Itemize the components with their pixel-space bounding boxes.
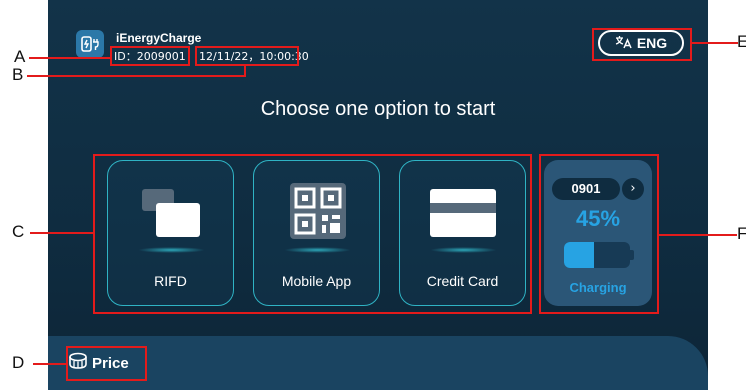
callout-box-b [195, 46, 299, 66]
ev-plug-icon [81, 36, 99, 52]
brand-name: iEnergyCharge [116, 31, 202, 45]
annotation-letter-e: E [737, 32, 746, 51]
leader-line-a [29, 57, 110, 59]
annotation-letter-a: A [14, 47, 26, 66]
annotation-letter-b: B [12, 65, 24, 84]
annotation-letter-f: F [737, 224, 746, 243]
leader-line-d [33, 363, 66, 365]
leader-line-c [30, 232, 93, 234]
callout-box-e [592, 28, 692, 61]
callout-box-f [539, 154, 659, 314]
callout-box-a [110, 46, 190, 66]
callout-box-d [66, 346, 147, 381]
leader-line-f [659, 234, 737, 236]
annotation-letter-c: C [12, 222, 25, 241]
leader-line-b [27, 75, 244, 77]
app-logo [76, 30, 104, 58]
page-title: Choose one option to start [260, 98, 496, 120]
bottom-panel [48, 336, 708, 390]
annotation-letter-d: D [12, 353, 25, 372]
leader-line-b-vertical [244, 66, 246, 77]
callout-box-c [93, 154, 532, 314]
leader-line-e [692, 42, 738, 44]
